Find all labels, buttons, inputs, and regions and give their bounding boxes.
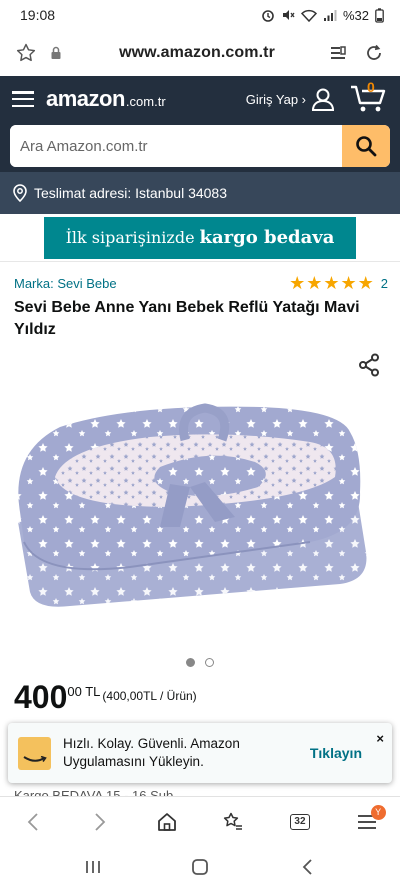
signal-icon	[323, 9, 337, 21]
search-icon	[356, 136, 377, 157]
alarm-icon	[262, 10, 274, 22]
brand-rating-row: Marka: Sevi Bebe ★ ★ ★ ★ ★ 2	[14, 274, 388, 292]
user-icon	[311, 88, 335, 111]
reload-icon[interactable]	[362, 41, 386, 65]
rating-star-icon: ★	[289, 273, 306, 293]
rating-star-icon: ★	[306, 273, 323, 293]
cart-count: 0	[367, 79, 375, 95]
amazon-app-icon	[18, 736, 51, 770]
status-time: 19:08	[20, 7, 56, 23]
amazon-logo[interactable]: amazon .com.tr	[45, 86, 166, 192]
hamburger-menu-icon[interactable]	[12, 89, 34, 109]
search-row	[0, 122, 400, 172]
tabs-button[interactable]: 32	[285, 807, 315, 837]
price-whole: 400	[14, 679, 68, 715]
banner-text-regular: İlk siparişinizde	[65, 228, 195, 247]
image-carousel-dots	[0, 658, 400, 667]
browser-menu-button[interactable]: Y	[352, 804, 386, 837]
home-icon	[157, 812, 176, 831]
app-install-toast[interactable]: Hızlı. Kolay. Güvenli. Amazon Uygulaması…	[8, 723, 392, 783]
chevron-left-icon	[28, 812, 38, 831]
delivery-address-bar[interactable]: Teslimat adresi: Istanbul 34083	[0, 172, 400, 214]
home-button[interactable]	[152, 807, 182, 837]
price-per-unit: (400,00TL / Ürün)	[102, 689, 197, 703]
search-box	[10, 125, 390, 167]
signin-label: Giriş Yap ›	[245, 91, 306, 107]
system-back-button[interactable]	[292, 855, 322, 879]
bookmark-star-icon[interactable]	[14, 41, 38, 65]
logo-tld: .com.tr	[125, 94, 166, 109]
location-pin-icon	[13, 184, 27, 202]
carousel-dot[interactable]	[205, 658, 214, 667]
promo-banner-wrap: İlk siparişinizde kargo bedava	[0, 214, 400, 262]
bookmarks-button[interactable]	[218, 807, 248, 837]
status-icons: %32	[261, 8, 384, 23]
logo-main: amazon	[46, 86, 125, 111]
browser-bottom-bar: 32 Y	[0, 796, 400, 846]
back-button[interactable]	[18, 807, 48, 837]
status-bar: 19:08 %32	[0, 0, 400, 30]
system-back-icon	[302, 859, 312, 875]
brand-link[interactable]: Marka: Sevi Bebe	[14, 276, 117, 291]
rating-star-icon: ★	[323, 273, 340, 293]
amazon-header: amazon .com.tr Giriş Yap › 0	[0, 76, 400, 192]
browser-url-bar: www.amazon.com.tr	[0, 30, 400, 76]
android-nav-bar	[0, 846, 400, 888]
share-icon	[359, 353, 379, 377]
bookmark-star-list-icon	[224, 812, 243, 830]
product-title: Sevi Bebe Anne Yanı Bebek Reflü Yatağı M…	[14, 299, 360, 338]
menu-badge: Y	[370, 804, 386, 820]
system-home-icon	[192, 859, 208, 875]
product-image[interactable]	[10, 392, 390, 617]
toast-cta-button[interactable]: Tıklayın	[310, 745, 362, 761]
wifi-icon	[300, 9, 317, 22]
price: 400 00 TL (400,00TL / Ürün)	[14, 680, 197, 714]
lock-icon	[44, 41, 68, 65]
search-button[interactable]	[342, 125, 390, 167]
search-input[interactable]	[10, 125, 342, 167]
reader-mode-icon[interactable]	[326, 41, 350, 65]
carousel-dot-active[interactable]	[186, 658, 195, 667]
rating-star-icon: ★	[340, 273, 357, 293]
battery-text: %32	[342, 7, 369, 23]
rating-star-icon: ★	[357, 273, 374, 293]
rating[interactable]: ★ ★ ★ ★ ★ 2	[289, 274, 388, 292]
forward-button[interactable]	[85, 807, 115, 837]
delivery-label: Teslimat adresi: Istanbul 34083	[34, 185, 227, 201]
cart-button[interactable]: 0	[350, 79, 388, 115]
banner-text-bold: kargo bedava	[199, 227, 335, 248]
promo-banner[interactable]: İlk siparişinizde kargo bedava	[44, 216, 356, 259]
battery-icon	[375, 7, 384, 23]
recent-apps-button[interactable]	[78, 855, 108, 879]
recent-apps-icon	[86, 861, 101, 873]
tabs-count: 32	[289, 813, 310, 830]
rating-count[interactable]: 2	[381, 276, 388, 291]
chevron-right-icon	[95, 812, 106, 831]
system-home-button[interactable]	[185, 855, 215, 879]
toast-close-icon[interactable]: ×	[376, 731, 384, 746]
price-fraction: 00 TL	[67, 684, 101, 699]
signin-link[interactable]: Giriş Yap ›	[246, 86, 336, 112]
share-button[interactable]	[358, 353, 380, 377]
toast-message: Hızlı. Kolay. Güvenli. Amazon Uygulaması…	[63, 736, 240, 769]
mute-icon	[282, 10, 295, 20]
url-text[interactable]: www.amazon.com.tr	[68, 44, 326, 62]
